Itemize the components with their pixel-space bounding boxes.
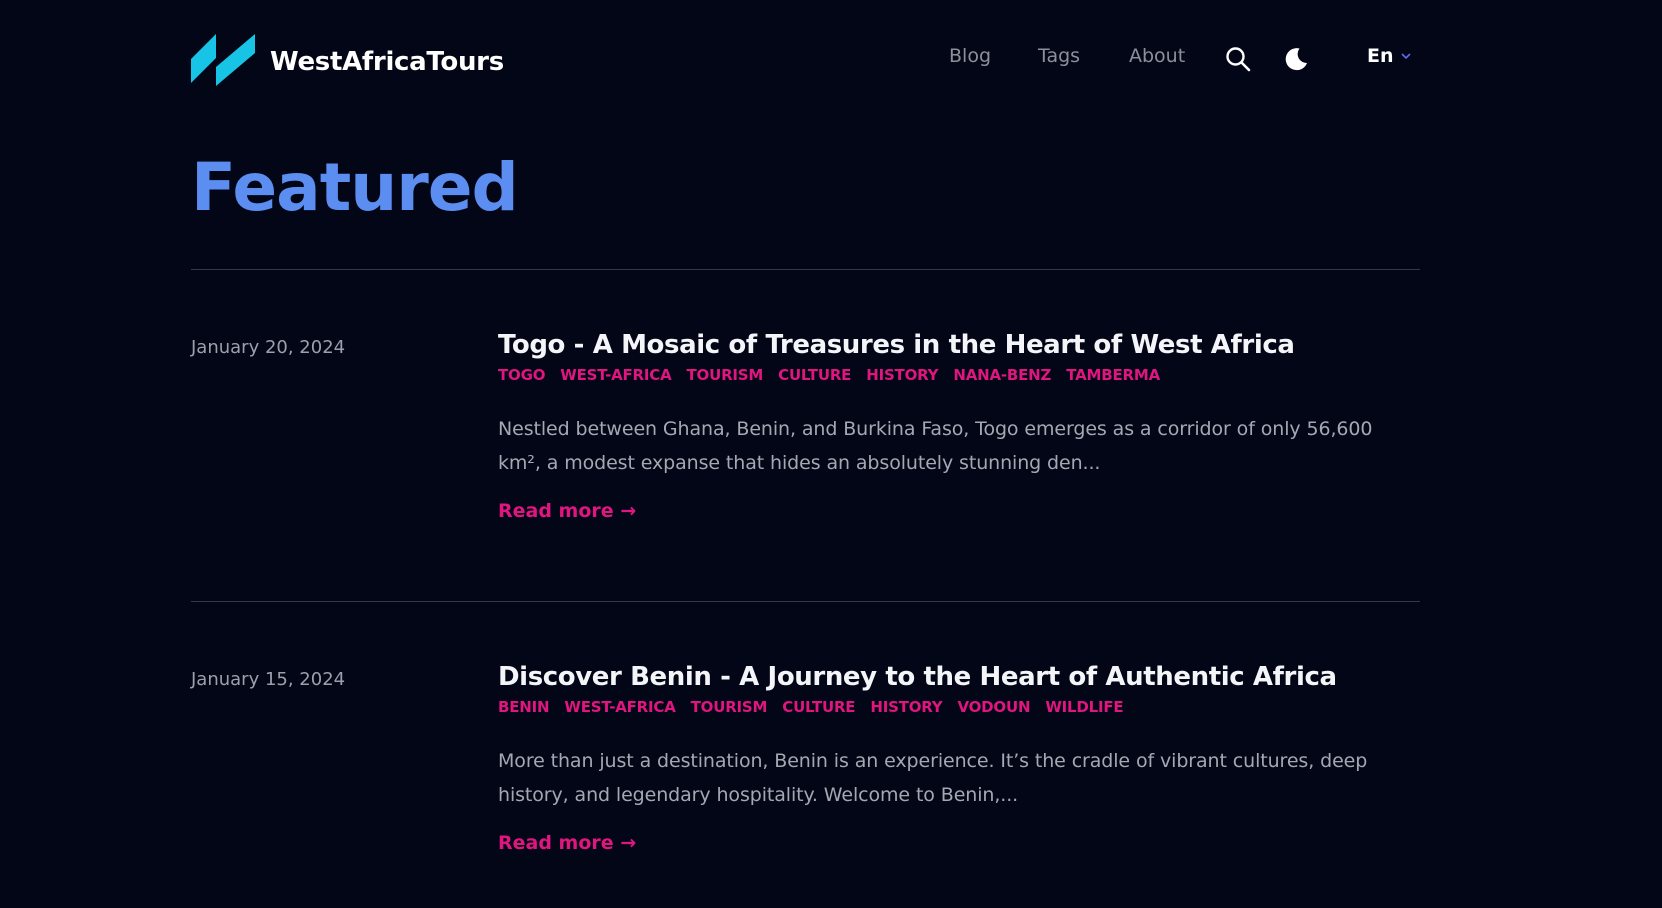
page: WestAfricaTours Blog Tags About En Featu… (0, 0, 1662, 908)
tag-link[interactable]: WEST-AFRICA (560, 366, 671, 384)
read-more-link[interactable]: Read more → (498, 832, 636, 854)
tag-link[interactable]: NANA-BENZ (953, 366, 1051, 384)
tag-link[interactable]: TOURISM (687, 366, 764, 384)
brand-name: WestAfricaTours (270, 47, 504, 77)
read-more-link[interactable]: Read more → (498, 500, 636, 522)
divider (191, 601, 1420, 602)
chevron-down-icon (1400, 53, 1411, 60)
tag-link[interactable]: CULTURE (778, 366, 851, 384)
brand-logo-link[interactable]: WestAfricaTours (191, 34, 504, 86)
tag-link[interactable]: HISTORY (866, 366, 938, 384)
tag-link[interactable]: BENIN (498, 698, 550, 716)
tag-link[interactable]: WEST-AFRICA (564, 698, 675, 716)
post-title-link[interactable]: Discover Benin - A Journey to the Heart … (498, 661, 1420, 693)
nav-link-tags[interactable]: Tags (1038, 45, 1080, 67)
language-label: En (1367, 45, 1394, 67)
page-title: Featured (191, 149, 519, 226)
nav-link-blog[interactable]: Blog (949, 45, 991, 67)
post-title-link[interactable]: Togo - A Mosaic of Treasures in the Hear… (498, 329, 1420, 361)
site-header: WestAfricaTours Blog Tags About En (191, 34, 1420, 86)
nav-link-about[interactable]: About (1129, 45, 1185, 67)
divider (191, 269, 1420, 270)
post-body: Discover Benin - A Journey to the Heart … (498, 662, 1420, 854)
tag-link[interactable]: HISTORY (870, 698, 942, 716)
moon-icon (1285, 48, 1307, 71)
search-icon (1226, 47, 1251, 72)
post-date: January 20, 2024 (191, 337, 346, 358)
logo-mark-icon (191, 34, 255, 86)
post-excerpt: More than just a destination, Benin is a… (498, 750, 1368, 806)
tag-link[interactable]: VODOUN (957, 698, 1030, 716)
post-tags: BENIN WEST-AFRICA TOURISM CULTURE HISTOR… (498, 698, 1420, 716)
language-selector[interactable]: En (1367, 45, 1412, 67)
tag-link[interactable]: TOURISM (691, 698, 768, 716)
tag-link[interactable]: TAMBERMA (1066, 366, 1160, 384)
post-tags: TOGO WEST-AFRICA TOURISM CULTURE HISTORY… (498, 366, 1420, 384)
theme-toggle-button[interactable] (1283, 46, 1309, 72)
tag-link[interactable]: WILDLIFE (1045, 698, 1123, 716)
tag-link[interactable]: CULTURE (782, 698, 855, 716)
search-button[interactable] (1225, 46, 1251, 72)
post-excerpt: Nestled between Ghana, Benin, and Burkin… (498, 418, 1373, 474)
tag-link[interactable]: TOGO (498, 366, 545, 384)
post-date: January 15, 2024 (191, 669, 346, 690)
post-body: Togo - A Mosaic of Treasures in the Hear… (498, 330, 1420, 522)
